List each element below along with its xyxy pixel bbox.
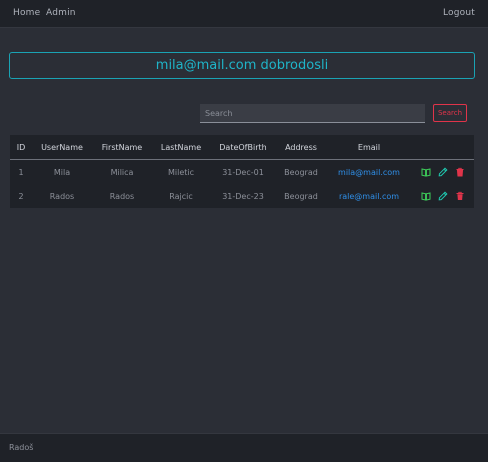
cell-firstname: Milica	[110, 167, 134, 177]
cell-id: 2	[18, 191, 24, 201]
top-navbar: Home Admin Logout	[0, 0, 488, 28]
trash-icon[interactable]	[455, 191, 465, 201]
header-actions	[412, 135, 474, 160]
footer: Radoš	[0, 433, 488, 462]
header-lastname: LastName	[152, 135, 210, 160]
pencil-icon[interactable]	[438, 167, 448, 177]
cell-address: Beograd	[284, 167, 318, 177]
cell-lastname: Miletic	[167, 167, 195, 177]
cell-email-link[interactable]: mila@mail.com	[326, 160, 412, 185]
cell-email-link[interactable]: rale@mail.com	[326, 184, 412, 208]
search-button[interactable]: Search	[433, 104, 467, 122]
cell-address: Beograd	[284, 191, 318, 201]
header-username: UserName	[32, 135, 92, 160]
book-icon[interactable]	[421, 191, 431, 201]
search-input[interactable]	[200, 104, 425, 123]
cell-username: Mila	[53, 167, 71, 177]
cell-dob: 31-Dec-01	[222, 167, 264, 177]
cell-id: 1	[18, 167, 24, 177]
cell-firstname: Rados	[109, 191, 135, 201]
nav-admin-link[interactable]: Admin	[46, 8, 76, 18]
nav-home-link[interactable]: Home	[13, 8, 40, 18]
users-table: ID UserName FirstName LastName DateOfBir…	[10, 135, 474, 208]
cell-username: Rados	[49, 191, 75, 201]
book-icon[interactable]	[421, 167, 431, 177]
table-header-row: ID UserName FirstName LastName DateOfBir…	[10, 135, 474, 160]
header-id: ID	[10, 135, 32, 160]
header-email: Email	[326, 135, 412, 160]
cell-lastname: Rajcic	[169, 191, 193, 201]
header-address: Address	[276, 135, 326, 160]
cell-actions	[412, 160, 474, 185]
pencil-icon[interactable]	[438, 191, 448, 201]
trash-icon[interactable]	[455, 167, 465, 177]
cell-dob: 31-Dec-23	[222, 191, 264, 201]
table-row: 1 Mila Milica Miletic 31-Dec-01 Beograd …	[10, 160, 474, 185]
table-row: 2 Rados Rados Rajcic 31-Dec-23 Beograd r…	[10, 184, 474, 208]
nav-logout-link[interactable]: Logout	[443, 8, 475, 18]
header-firstname: FirstName	[92, 135, 152, 160]
header-dob: DateOfBirth	[210, 135, 276, 160]
footer-text: Radoš	[9, 443, 34, 452]
users-table-container: ID UserName FirstName LastName DateOfBir…	[10, 135, 474, 208]
cell-actions	[412, 184, 474, 208]
welcome-banner: mila@mail.com dobrodosli	[9, 52, 475, 79]
